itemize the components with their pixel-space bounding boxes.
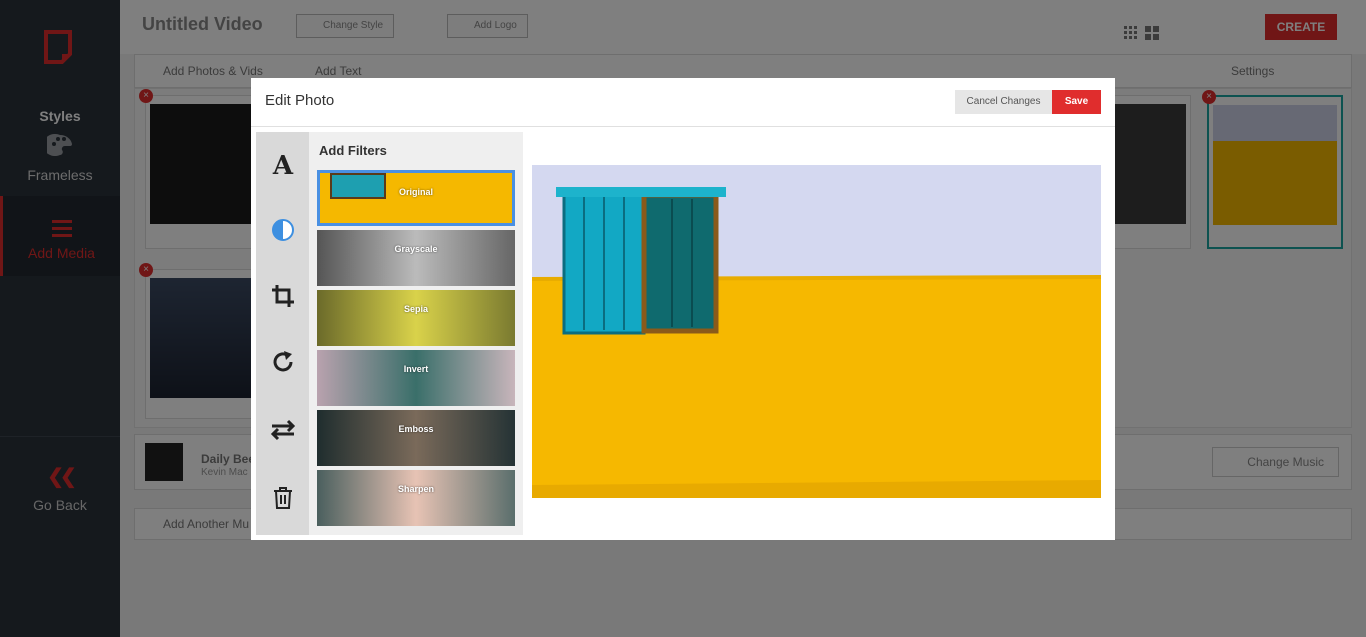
filter-emboss[interactable]: Emboss xyxy=(317,410,515,466)
flip-tool-icon[interactable] xyxy=(256,418,309,452)
filter-tool-icon[interactable] xyxy=(256,218,309,252)
filter-invert[interactable]: Invert xyxy=(317,350,515,406)
save-button[interactable]: Save xyxy=(1052,90,1101,114)
edit-photo-modal: Edit Photo Cancel Changes Save A Add Fil… xyxy=(251,78,1115,540)
filter-original[interactable]: Original xyxy=(317,170,515,226)
filter-grayscale[interactable]: Grayscale xyxy=(317,230,515,286)
filter-label: Sepia xyxy=(403,304,428,314)
crop-tool-icon[interactable] xyxy=(256,284,309,318)
filter-label: Grayscale xyxy=(394,244,438,254)
filter-label: Invert xyxy=(403,364,429,374)
modal-divider xyxy=(251,126,1115,127)
edit-tools-column: A xyxy=(256,132,309,535)
photo-preview xyxy=(532,165,1101,498)
rotate-tool-icon[interactable] xyxy=(256,350,309,384)
filters-heading: Add Filters xyxy=(319,143,387,158)
modal-title: Edit Photo xyxy=(265,92,335,109)
text-tool-icon[interactable]: A xyxy=(256,150,309,184)
cancel-changes-button[interactable]: Cancel Changes xyxy=(955,90,1052,114)
filter-label: Emboss xyxy=(398,424,434,434)
filter-sharpen[interactable]: Sharpen xyxy=(317,470,515,526)
filter-label: Original xyxy=(398,187,433,197)
filter-sepia[interactable]: Sepia xyxy=(317,290,515,346)
delete-tool-icon[interactable] xyxy=(256,486,309,520)
svg-text:A: A xyxy=(271,151,293,178)
filters-panel: Add Filters Original Grayscale Sepia Inv… xyxy=(309,132,523,535)
filter-label: Sharpen xyxy=(397,484,434,494)
